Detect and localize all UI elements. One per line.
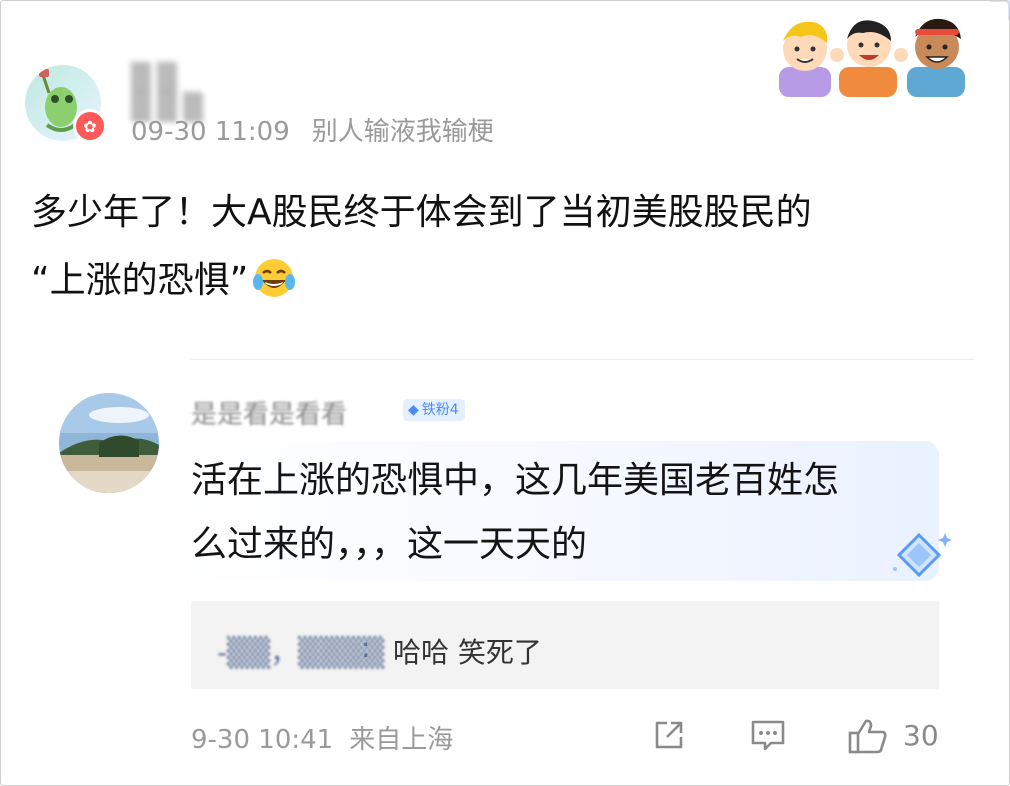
fan-badge-label: 铁粉4 [421,402,459,418]
vip-badge-icon: ✿ [73,109,107,143]
post-author-name[interactable]: ▒▒ ▒▒▒ [131,63,251,123]
post-source[interactable]: 别人输液我输梗 [312,117,494,147]
thumbs-up-icon[interactable] [847,717,889,755]
post-body: 多少年了！大A股民终于体会到了当初美股股民的 “上涨的恐惧” [31,179,951,315]
fan-badge: ◆ 铁粉4 [403,399,465,421]
diamond-sparkle-icon [893,532,952,578]
diamond-small-icon: ◆ [408,402,419,418]
reply-location: 来自上海 [349,725,454,755]
laughing-tears-emoji-icon [253,259,296,297]
post-meta: 09-30 11:09 别人输液我输梗 [131,111,494,148]
corner-decoration [990,1,1009,20]
sub-reply-separator: : [361,631,371,664]
post-body-line2: “上涨的恐惧” [31,260,249,301]
reply-author-avatar[interactable] [59,393,159,493]
post-card: ✿ ▒▒ ▒▒▒ 09-30 11:09 别人输液我输梗 多少年了！大A股民终于体… [0,0,1010,786]
sub-reply-text: 哈哈 笑死了 [393,636,542,669]
cartoon-kids-decoration [779,18,965,97]
reply-text[interactable]: 活在上涨的恐惧中，这几年美国老百姓怎 么过来的，，，这一天天的 [191,449,921,577]
avatar-landscape-image [59,393,159,493]
post-body-line1: 多少年了！大A股民终于体会到了当初美股股民的 [31,192,812,233]
share-icon[interactable] [651,717,687,753]
reply-text-line1: 活在上涨的恐惧中，这几年美国老百姓怎 [191,460,840,501]
divider [191,359,975,360]
comment-icon[interactable] [749,717,787,753]
reply-text-line2: 么过来的，，，这一天天的 [191,524,588,565]
post-date: 09-30 11:09 [131,117,290,147]
sub-reply-author[interactable]: -▒▒，▒▒▒▒ [217,631,384,671]
reply-date: 9-30 10:41 [191,725,334,755]
like-count: 30 [903,719,939,752]
reply-author-name[interactable]: 是是看是看看 [191,394,347,431]
post-body-line2-wrap: “上涨的恐惧” [31,247,951,315]
reply-meta: 9-30 10:41 来自上海 [191,719,453,756]
